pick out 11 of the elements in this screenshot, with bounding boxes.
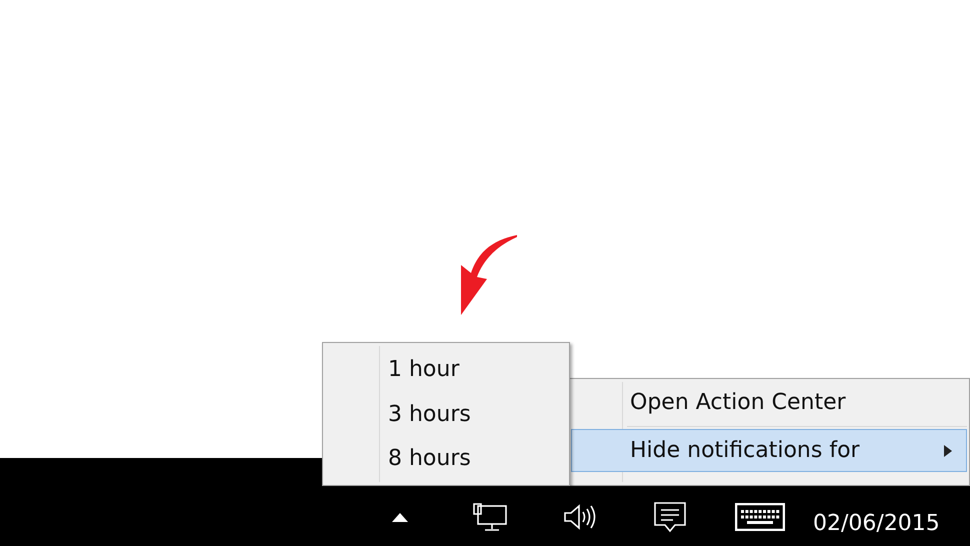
date-text: 02/06/2015: [813, 510, 940, 536]
message-icon[interactable]: [653, 501, 687, 533]
menu-item[interactable]: Hide notifications for: [571, 429, 967, 472]
menu-item[interactable]: 3 hours: [325, 392, 567, 436]
caret-up-icon[interactable]: [392, 512, 408, 522]
menu-item[interactable]: Open Action Center: [571, 381, 967, 424]
keyboard-icon[interactable]: [735, 503, 785, 531]
network-monitor-icon[interactable]: [472, 502, 508, 532]
menu-item[interactable]: 1 hour: [325, 347, 567, 392]
menu-item[interactable]: 8 hours: [325, 436, 567, 482]
speaker-icon[interactable]: [563, 503, 597, 531]
